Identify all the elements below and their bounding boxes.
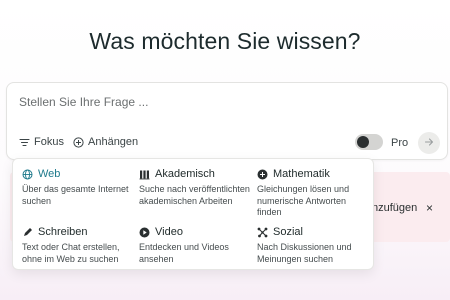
- focus-button[interactable]: Fokus: [19, 136, 64, 148]
- attach-button[interactable]: Anhängen: [73, 136, 138, 148]
- focus-option-schreiben[interactable]: Schreiben Text oder Chat erstellen, ohne…: [22, 225, 138, 265]
- focus-label: Fokus: [34, 136, 64, 148]
- attach-label: Anhängen: [88, 136, 139, 148]
- focus-option-mathematik[interactable]: Mathematik Gleichungen lösen und numeris…: [257, 167, 373, 219]
- page-title: Was möchten Sie wissen?: [89, 28, 361, 54]
- books-icon: [139, 169, 150, 180]
- option-title: Schreiben: [38, 226, 88, 238]
- option-title: Mathematik: [273, 168, 330, 180]
- submit-button[interactable]: [418, 132, 440, 154]
- arrow-right-icon: [424, 134, 434, 152]
- option-description: Text oder Chat erstellen, ohne im Web zu…: [22, 242, 120, 264]
- close-icon[interactable]: ×: [426, 201, 433, 215]
- option-description: Über das gesamte Internet suchen: [22, 184, 129, 206]
- filter-icon: [19, 137, 30, 148]
- option-title: Web: [38, 168, 61, 180]
- option-description: Gleichungen lösen und numerische Antwort…: [257, 184, 350, 217]
- network-icon: [257, 227, 268, 238]
- option-description: Nach Diskussionen und Meinungen suchen: [257, 242, 352, 264]
- play-icon: [139, 227, 150, 238]
- toggle-knob: [357, 136, 369, 148]
- option-title: Akademisch: [155, 168, 215, 180]
- focus-menu: Web Über das gesamte Internet suchen Aka…: [12, 158, 374, 270]
- pro-label: Pro: [391, 137, 409, 149]
- globe-icon: [22, 169, 33, 180]
- pencil-icon: [22, 227, 33, 238]
- focus-option-video[interactable]: Video Entdecken und Videos ansehen: [139, 225, 255, 265]
- banner-text: nzufügen: [372, 202, 418, 214]
- search-box[interactable]: Stellen Sie Ihre Frage ... Fokus Anhänge…: [6, 82, 448, 160]
- search-input[interactable]: Stellen Sie Ihre Frage ...: [19, 95, 148, 109]
- math-icon: [257, 169, 268, 180]
- focus-option-web[interactable]: Web Über das gesamte Internet suchen: [22, 167, 138, 207]
- option-title: Sozial: [273, 226, 303, 238]
- option-description: Suche nach veröffentlichten akademischen…: [139, 184, 250, 206]
- option-description: Entdecken und Videos ansehen: [139, 242, 229, 264]
- pro-toggle[interactable]: [355, 134, 383, 150]
- plus-circle-icon: [73, 136, 84, 148]
- focus-option-sozial[interactable]: Sozial Nach Diskussionen und Meinungen s…: [257, 225, 373, 265]
- focus-option-akademisch[interactable]: Akademisch Suche nach veröffentlichten a…: [139, 167, 255, 207]
- option-title: Video: [155, 226, 183, 238]
